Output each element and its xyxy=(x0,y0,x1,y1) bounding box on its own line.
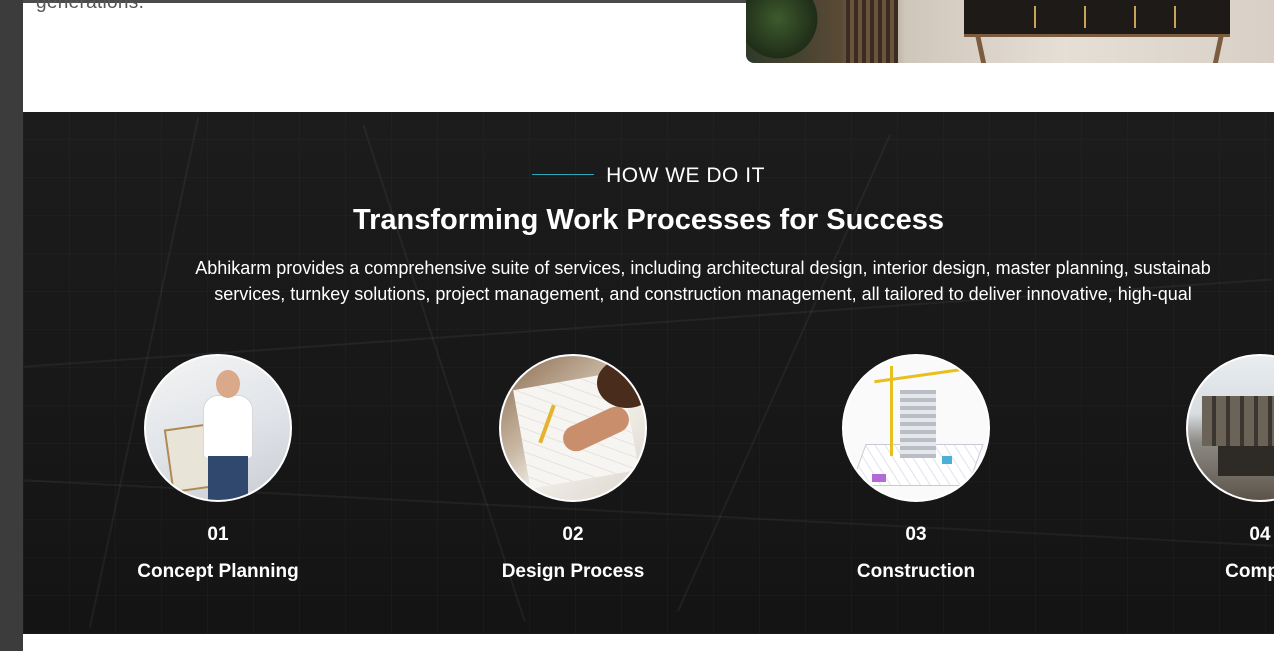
design-process-photo xyxy=(499,354,647,502)
photo-detail xyxy=(1218,446,1274,476)
step-number: 04 xyxy=(1249,524,1271,545)
cabinet-inlay xyxy=(1084,6,1086,28)
photo-detail xyxy=(216,370,240,398)
photo-detail xyxy=(204,396,252,458)
description-line: Abhikarm provides a comprehensive suite … xyxy=(195,258,1211,278)
section-heading: Transforming Work Processes for Success xyxy=(353,204,944,236)
construction-photo xyxy=(842,354,990,502)
wood-slats-image-part xyxy=(846,0,898,63)
cabinet-inlay xyxy=(1034,6,1036,28)
photo-detail xyxy=(900,390,936,458)
photo-detail xyxy=(1202,396,1274,446)
plant-image-part xyxy=(746,0,826,63)
step-title: Construction xyxy=(856,561,976,582)
step-number: 01 xyxy=(207,524,229,545)
step-title: Design Process xyxy=(501,561,645,582)
photo-detail xyxy=(208,456,248,500)
previous-section-text: generations. xyxy=(36,0,145,13)
cabinet-inlay xyxy=(1174,6,1176,28)
cabinet-leg xyxy=(974,34,987,63)
photo-detail xyxy=(872,474,886,482)
photo-detail xyxy=(942,456,952,464)
eyebrow-accent-line xyxy=(532,173,595,175)
section-eyebrow: HOW WE DO IT xyxy=(23,164,1274,188)
step-title: Concept Planning xyxy=(137,561,299,582)
left-window-rail xyxy=(0,0,23,651)
step-number: 02 xyxy=(562,524,584,545)
section-description: Abhikarm provides a comprehensive suite … xyxy=(53,255,1274,307)
process-step-design-process: 02 Design Process xyxy=(453,354,693,583)
interior-photo xyxy=(746,0,1277,63)
cabinet-image-part xyxy=(964,0,1230,37)
step-number: 03 xyxy=(905,524,927,545)
concept-planning-photo xyxy=(144,354,292,502)
step-title: Comple xyxy=(1225,561,1274,582)
process-section: HOW WE DO IT Transforming Work Processes… xyxy=(23,112,1274,634)
process-step-concept-planning: 01 Concept Planning xyxy=(98,354,338,583)
eyebrow-label: HOW WE DO IT xyxy=(606,164,765,187)
description-line: services, turnkey solutions, project man… xyxy=(214,284,1192,304)
process-step-construction: 03 Construction xyxy=(796,354,1036,583)
cabinet-leg xyxy=(1212,34,1225,63)
completion-photo xyxy=(1186,354,1274,502)
photo-detail xyxy=(874,367,964,384)
cabinet-inlay xyxy=(1134,6,1136,28)
process-step-completion: 04 Comple xyxy=(1140,354,1274,583)
